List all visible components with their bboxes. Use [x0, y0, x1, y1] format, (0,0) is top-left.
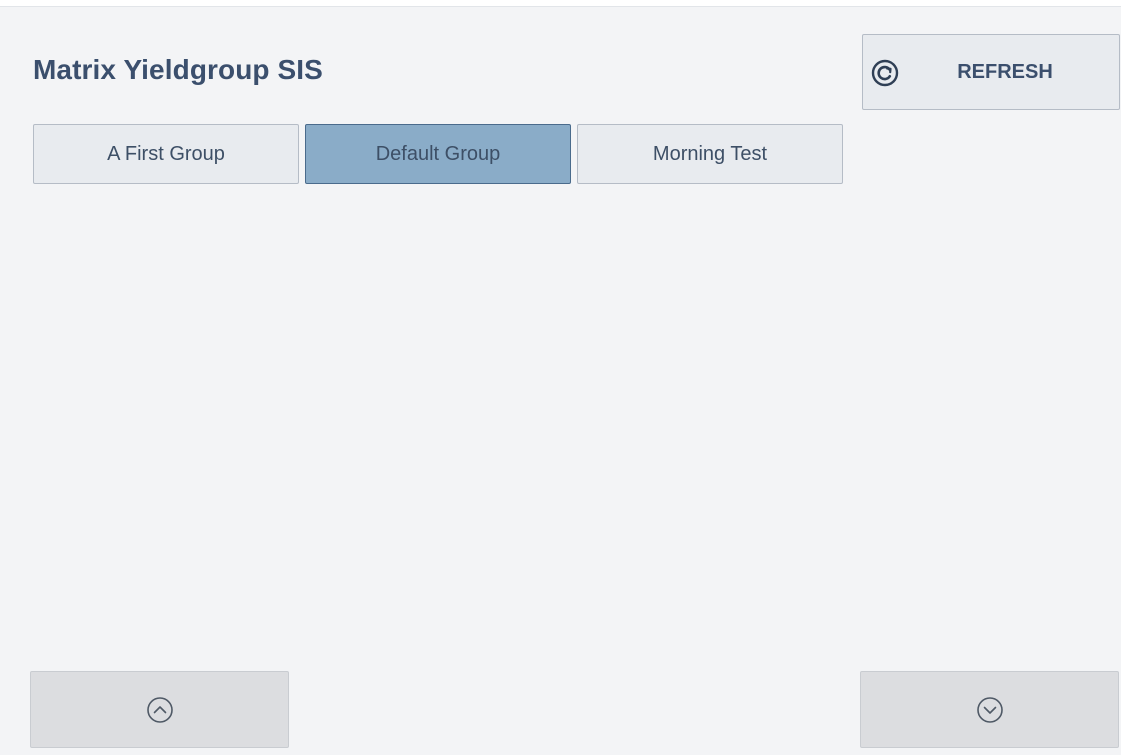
top-divider [0, 0, 1121, 7]
page-title: Matrix Yieldgroup SIS [33, 54, 323, 85]
scroll-up-button[interactable] [30, 671, 289, 748]
refresh-button[interactable]: REFRESH [862, 34, 1120, 110]
group-tab-a-first-group[interactable]: A First Group [33, 124, 299, 184]
refresh-button-label: REFRESH [957, 60, 1053, 83]
scroll-down-button[interactable] [860, 671, 1119, 748]
group-tab-default-group[interactable]: Default Group [305, 124, 571, 184]
chevron-up-circle-icon [147, 697, 173, 723]
chevron-down-circle-icon [977, 697, 1003, 723]
group-tab-morning-test[interactable]: Morning Test [577, 124, 843, 184]
